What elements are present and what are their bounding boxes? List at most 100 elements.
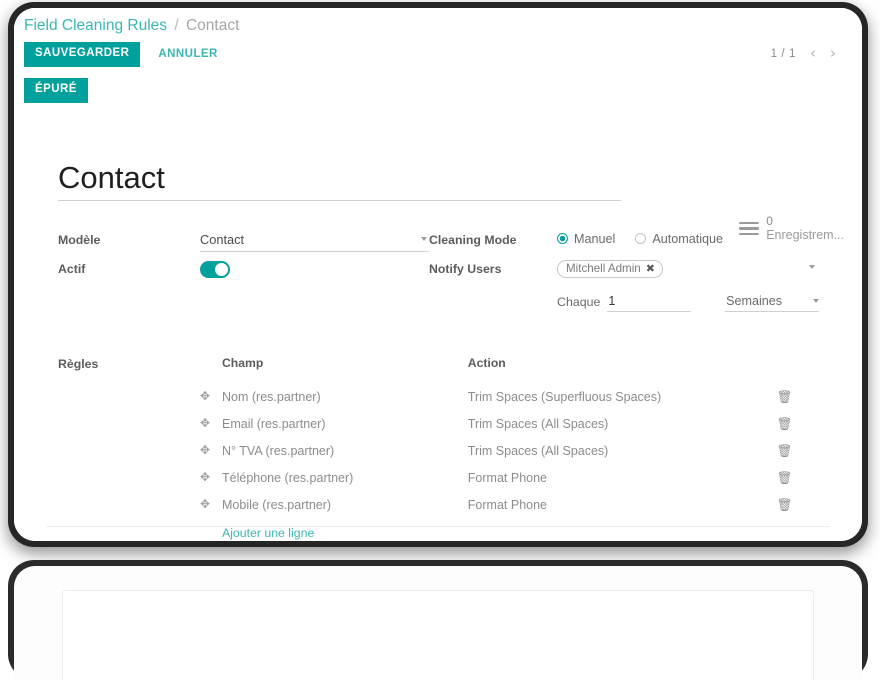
chevron-left-icon[interactable]: ‹ [810, 46, 816, 61]
interval-row: Chaque 1 Semaines [557, 292, 819, 312]
breadcrumb: Field Cleaning Rules / Contact [24, 17, 239, 35]
action-button-row: SAUVEGARDER ANNULER [24, 42, 222, 67]
secondary-button-row: ÉPURÉ [24, 78, 88, 103]
remove-tag-icon[interactable]: ✖ [646, 262, 655, 275]
cell-action[interactable]: Format Phone [468, 492, 777, 519]
cell-action[interactable]: Trim Spaces (Superfluous Spaces) [468, 384, 777, 411]
delete-row-icon[interactable]: 🗑 [777, 497, 793, 512]
sheet-separator [46, 526, 830, 527]
records-stat-button[interactable]: 0 Enregistrem... [739, 214, 844, 243]
active-value-wrap [200, 259, 429, 278]
cell-delete: 🗑 [777, 438, 818, 465]
rules-table-body: ✥ Nom (res.partner) Trim Spaces (Superfluo… [200, 384, 818, 519]
cell-champ-label: Nom (res.partner) [222, 390, 321, 404]
chevron-down-icon [813, 299, 819, 303]
title-wrapper: Contact [58, 162, 621, 201]
table-row[interactable]: ✥Mobile (res.partner)Format Phone 🗑 [200, 492, 818, 519]
cell-champ[interactable]: ✥ N° TVA (res.partner) [200, 438, 468, 465]
drag-handle-icon[interactable]: ✥ [200, 444, 210, 456]
interval-unit-value: Semaines [726, 294, 782, 308]
cell-action-label: Trim Spaces (Superfluous Spaces) [468, 390, 661, 404]
cell-champ-label: Téléphone (res.partner) [222, 471, 353, 485]
cell-action[interactable]: Format Phone [468, 465, 777, 492]
cell-champ-label: N° TVA (res.partner) [222, 444, 334, 458]
delete-row-icon[interactable]: 🗑 [777, 389, 793, 404]
user-tag[interactable]: Mitchell Admin ✖ [557, 260, 663, 278]
list-icon [739, 222, 759, 236]
radio-automatique-label: Automatique [652, 232, 723, 246]
cell-delete: 🗑 [777, 384, 818, 411]
cell-action-label: Format Phone [468, 498, 547, 512]
radio-automatique[interactable]: Automatique [635, 232, 723, 246]
drag-handle-icon[interactable]: ✥ [200, 417, 210, 429]
chevron-right-icon[interactable]: › [830, 46, 836, 61]
cell-action[interactable]: Trim Spaces (All Spaces) [468, 438, 777, 465]
cell-delete: 🗑 [777, 465, 818, 492]
secondary-content-placeholder [62, 590, 814, 680]
save-button[interactable]: SAUVEGARDER [24, 42, 140, 67]
cell-action-label: Format Phone [468, 471, 547, 485]
records-count: 0 [766, 214, 844, 228]
user-tag-label: Mitchell Admin [566, 262, 641, 275]
drag-handle-icon[interactable]: ✥ [200, 390, 210, 402]
discard-button[interactable]: ANNULER [154, 43, 221, 67]
model-select[interactable]: Contact [200, 230, 429, 252]
field-active: Actif [58, 259, 429, 282]
device-screen: Field Cleaning Rules / Contact SAUVEGARD… [14, 8, 862, 541]
delete-row-icon[interactable]: 🗑 [777, 416, 793, 431]
control-panel: Field Cleaning Rules / Contact SAUVEGARD… [14, 8, 862, 104]
radio-manuel-label: Manuel [574, 232, 615, 246]
add-line-wrap: Ajouter une ligne [58, 519, 818, 540]
notify-users-label: Notify Users [429, 259, 557, 276]
rules-table: Champ Action ✥ Nom (res.partner) Trim Spac… [200, 356, 818, 519]
breadcrumb-root-link[interactable]: Field Cleaning Rules [24, 17, 167, 34]
pager: 1 / 1 ‹ › [771, 46, 836, 61]
table-row[interactable]: ✥ Téléphone (res.partner) Format Phone 🗑 [200, 465, 818, 492]
table-row[interactable]: ✥ N° TVA (res.partner) Trim Spaces (All Sp… [200, 438, 818, 465]
field-notify-users: Notify Users Mitchell Admin ✖ [429, 259, 819, 312]
add-line-link[interactable]: Ajouter une ligne [200, 519, 314, 540]
breadcrumb-current: Contact [186, 17, 239, 34]
form-grid: Modèle Contact Actif [58, 230, 818, 318]
field-model: Modèle Contact [58, 230, 429, 253]
rules-table-head: Champ Action [200, 356, 818, 384]
delete-row-icon[interactable]: 🗑 [777, 470, 793, 485]
breadcrumb-separator: / [171, 17, 181, 34]
radio-manuel[interactable]: Manuel [557, 232, 615, 246]
cell-champ[interactable]: ✥ Téléphone (res.partner) [200, 465, 468, 492]
device-screen-secondary [14, 566, 862, 680]
cell-action-label: Trim Spaces (All Spaces) [468, 444, 609, 458]
screenshot-stage: Field Cleaning Rules / Contact SAUVEGARD… [0, 0, 880, 615]
notify-users-value-wrap: Mitchell Admin ✖ Chaque 1 [557, 259, 819, 312]
column-header-action: Action [468, 356, 777, 384]
odoo-form-page: Field Cleaning Rules / Contact SAUVEGARD… [14, 8, 862, 541]
pager-count: 1 / 1 [771, 48, 796, 60]
notify-users-tag-field[interactable]: Mitchell Admin ✖ [557, 259, 819, 279]
active-toggle[interactable] [200, 261, 230, 278]
rules-section-label: Règles [58, 356, 200, 519]
cell-champ[interactable]: ✥Mobile (res.partner) [200, 492, 468, 519]
radio-unselected-icon [635, 233, 646, 244]
drag-handle-icon[interactable]: ✥ [200, 471, 210, 483]
cleaning-mode-label: Cleaning Mode [429, 230, 557, 247]
form-sheet: 0 Enregistrem... Contact Modèle [14, 104, 862, 541]
form-column-left: Modèle Contact Actif [58, 230, 429, 318]
active-label: Actif [58, 259, 200, 276]
cell-delete: 🗑 [777, 492, 818, 519]
interval-number-input[interactable]: 1 [607, 292, 691, 312]
drag-handle-icon[interactable]: ✥ [200, 498, 210, 510]
interval-prefix-label: Chaque [557, 295, 600, 312]
cell-champ[interactable]: ✥ Nom (res.partner) [200, 384, 468, 411]
cell-action[interactable]: Trim Spaces (All Spaces) [468, 411, 777, 438]
page-title: Contact [58, 162, 621, 195]
cell-action-label: Trim Spaces (All Spaces) [468, 417, 609, 431]
table-row[interactable]: ✥Email (res.partner)Trim Spaces (All Spa… [200, 411, 818, 438]
toggle-knob [215, 263, 228, 276]
table-row[interactable]: ✥ Nom (res.partner) Trim Spaces (Superfluo… [200, 384, 818, 411]
interval-unit-select[interactable]: Semaines [725, 292, 819, 312]
cell-champ[interactable]: ✥Email (res.partner) [200, 411, 468, 438]
column-header-champ: Champ [200, 356, 468, 384]
delete-row-icon[interactable]: 🗑 [777, 443, 793, 458]
rules-section: Règles Champ Action ✥ Nom (res.partner) Tr… [58, 356, 818, 519]
clean-button[interactable]: ÉPURÉ [24, 78, 88, 103]
